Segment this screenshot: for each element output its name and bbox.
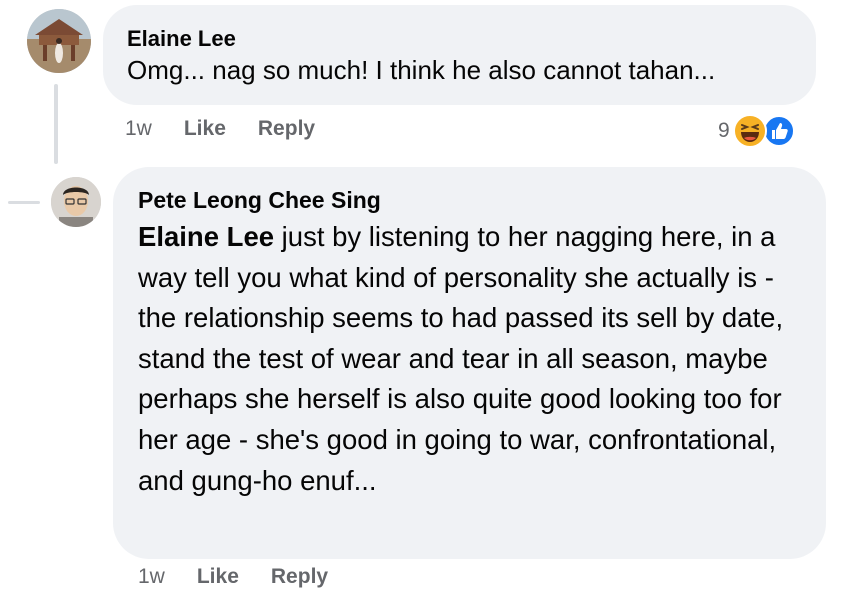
avatar[interactable] bbox=[27, 9, 91, 73]
reaction-count: 9 bbox=[718, 119, 730, 142]
like-button[interactable]: Like bbox=[184, 117, 226, 141]
avatar[interactable] bbox=[51, 177, 101, 227]
mention-link[interactable]: Elaine Lee bbox=[138, 221, 274, 252]
thread-connector-line bbox=[54, 84, 58, 164]
comment-text: Omg... nag so much! I think he also cann… bbox=[127, 55, 716, 85]
comment-actions: 1w Like Reply bbox=[138, 565, 328, 589]
comment-bubble: Pete Leong Chee Sing Elaine Lee just by … bbox=[113, 167, 826, 559]
reply-connector-line bbox=[8, 201, 40, 204]
like-icon bbox=[762, 115, 795, 152]
comment-body: just by listening to her nagging here, i… bbox=[138, 221, 784, 496]
reaction-summary[interactable]: 9 bbox=[718, 114, 797, 148]
reply-button[interactable]: Reply bbox=[258, 117, 315, 141]
comment-bubble: Elaine Lee Omg... nag so much! I think h… bbox=[103, 5, 816, 105]
like-button[interactable]: Like bbox=[197, 565, 239, 589]
reply-button[interactable]: Reply bbox=[271, 565, 328, 589]
avatar-image bbox=[27, 9, 91, 73]
comment-text: Elaine Lee just by listening to her nagg… bbox=[138, 217, 801, 501]
comment-timestamp[interactable]: 1w bbox=[125, 117, 152, 141]
haha-icon bbox=[732, 114, 767, 153]
comment-author[interactable]: Elaine Lee bbox=[127, 25, 792, 53]
comment-timestamp[interactable]: 1w bbox=[138, 565, 165, 589]
avatar-image bbox=[51, 177, 101, 227]
comment-author[interactable]: Pete Leong Chee Sing bbox=[138, 185, 801, 215]
comment-actions: 1w Like Reply bbox=[125, 117, 315, 141]
